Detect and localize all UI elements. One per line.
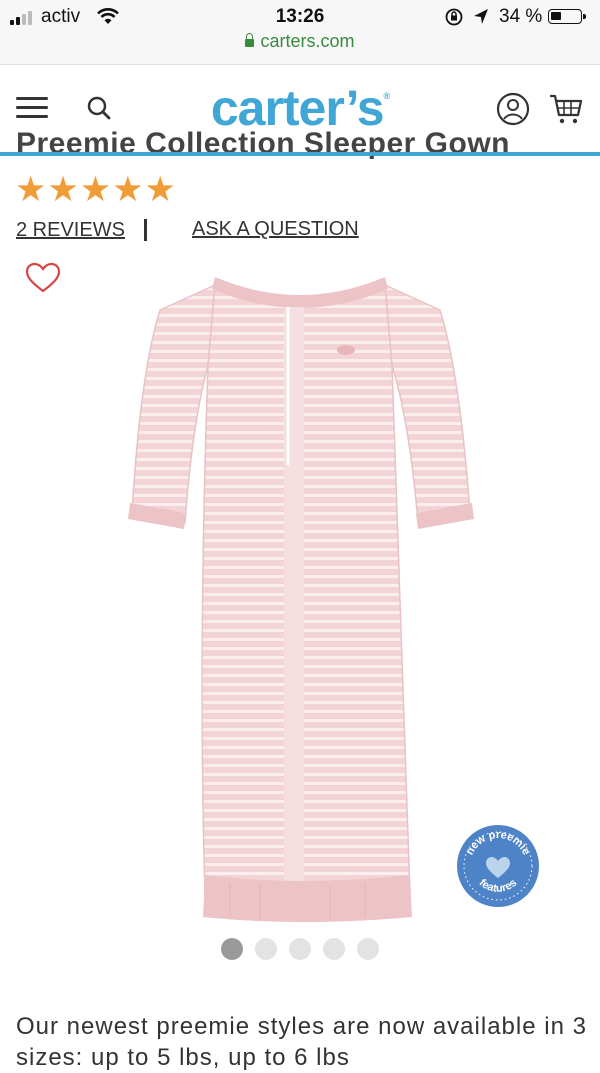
url-text: carters.com xyxy=(260,31,355,51)
new-preemie-features-badge: new preemie features xyxy=(457,825,539,907)
product-title: Preemie Collection Sleeper Gown xyxy=(16,130,510,160)
carousel-dot[interactable] xyxy=(357,938,379,960)
battery-percent: 34 % xyxy=(499,6,543,27)
carousel-dot[interactable] xyxy=(255,938,277,960)
status-bar: activ 13:26 34 % carters.com xyxy=(0,0,600,64)
ask-question-link[interactable]: ASK A QUESTION xyxy=(192,218,359,241)
link-separator xyxy=(144,219,147,241)
reviews-link[interactable]: 2 REVIEWS xyxy=(16,219,125,242)
address-bar[interactable]: carters.com xyxy=(0,31,600,52)
rating-stars: ★★★★★ xyxy=(15,170,177,209)
carousel-dot[interactable] xyxy=(289,938,311,960)
header-divider xyxy=(0,152,600,156)
carousel-dot[interactable] xyxy=(221,938,243,960)
heart-icon[interactable] xyxy=(25,262,61,294)
cart-icon[interactable] xyxy=(548,92,584,126)
carousel-dots xyxy=(0,938,600,965)
product-description: Our newest preemie styles are now availa… xyxy=(16,1013,587,1071)
location-icon xyxy=(474,9,488,24)
carousel-dot[interactable] xyxy=(323,938,345,960)
product-image[interactable] xyxy=(120,255,480,935)
battery-icon xyxy=(548,9,586,24)
lock-icon xyxy=(245,33,255,47)
rotation-lock-icon xyxy=(445,8,463,26)
account-icon[interactable] xyxy=(496,92,530,126)
